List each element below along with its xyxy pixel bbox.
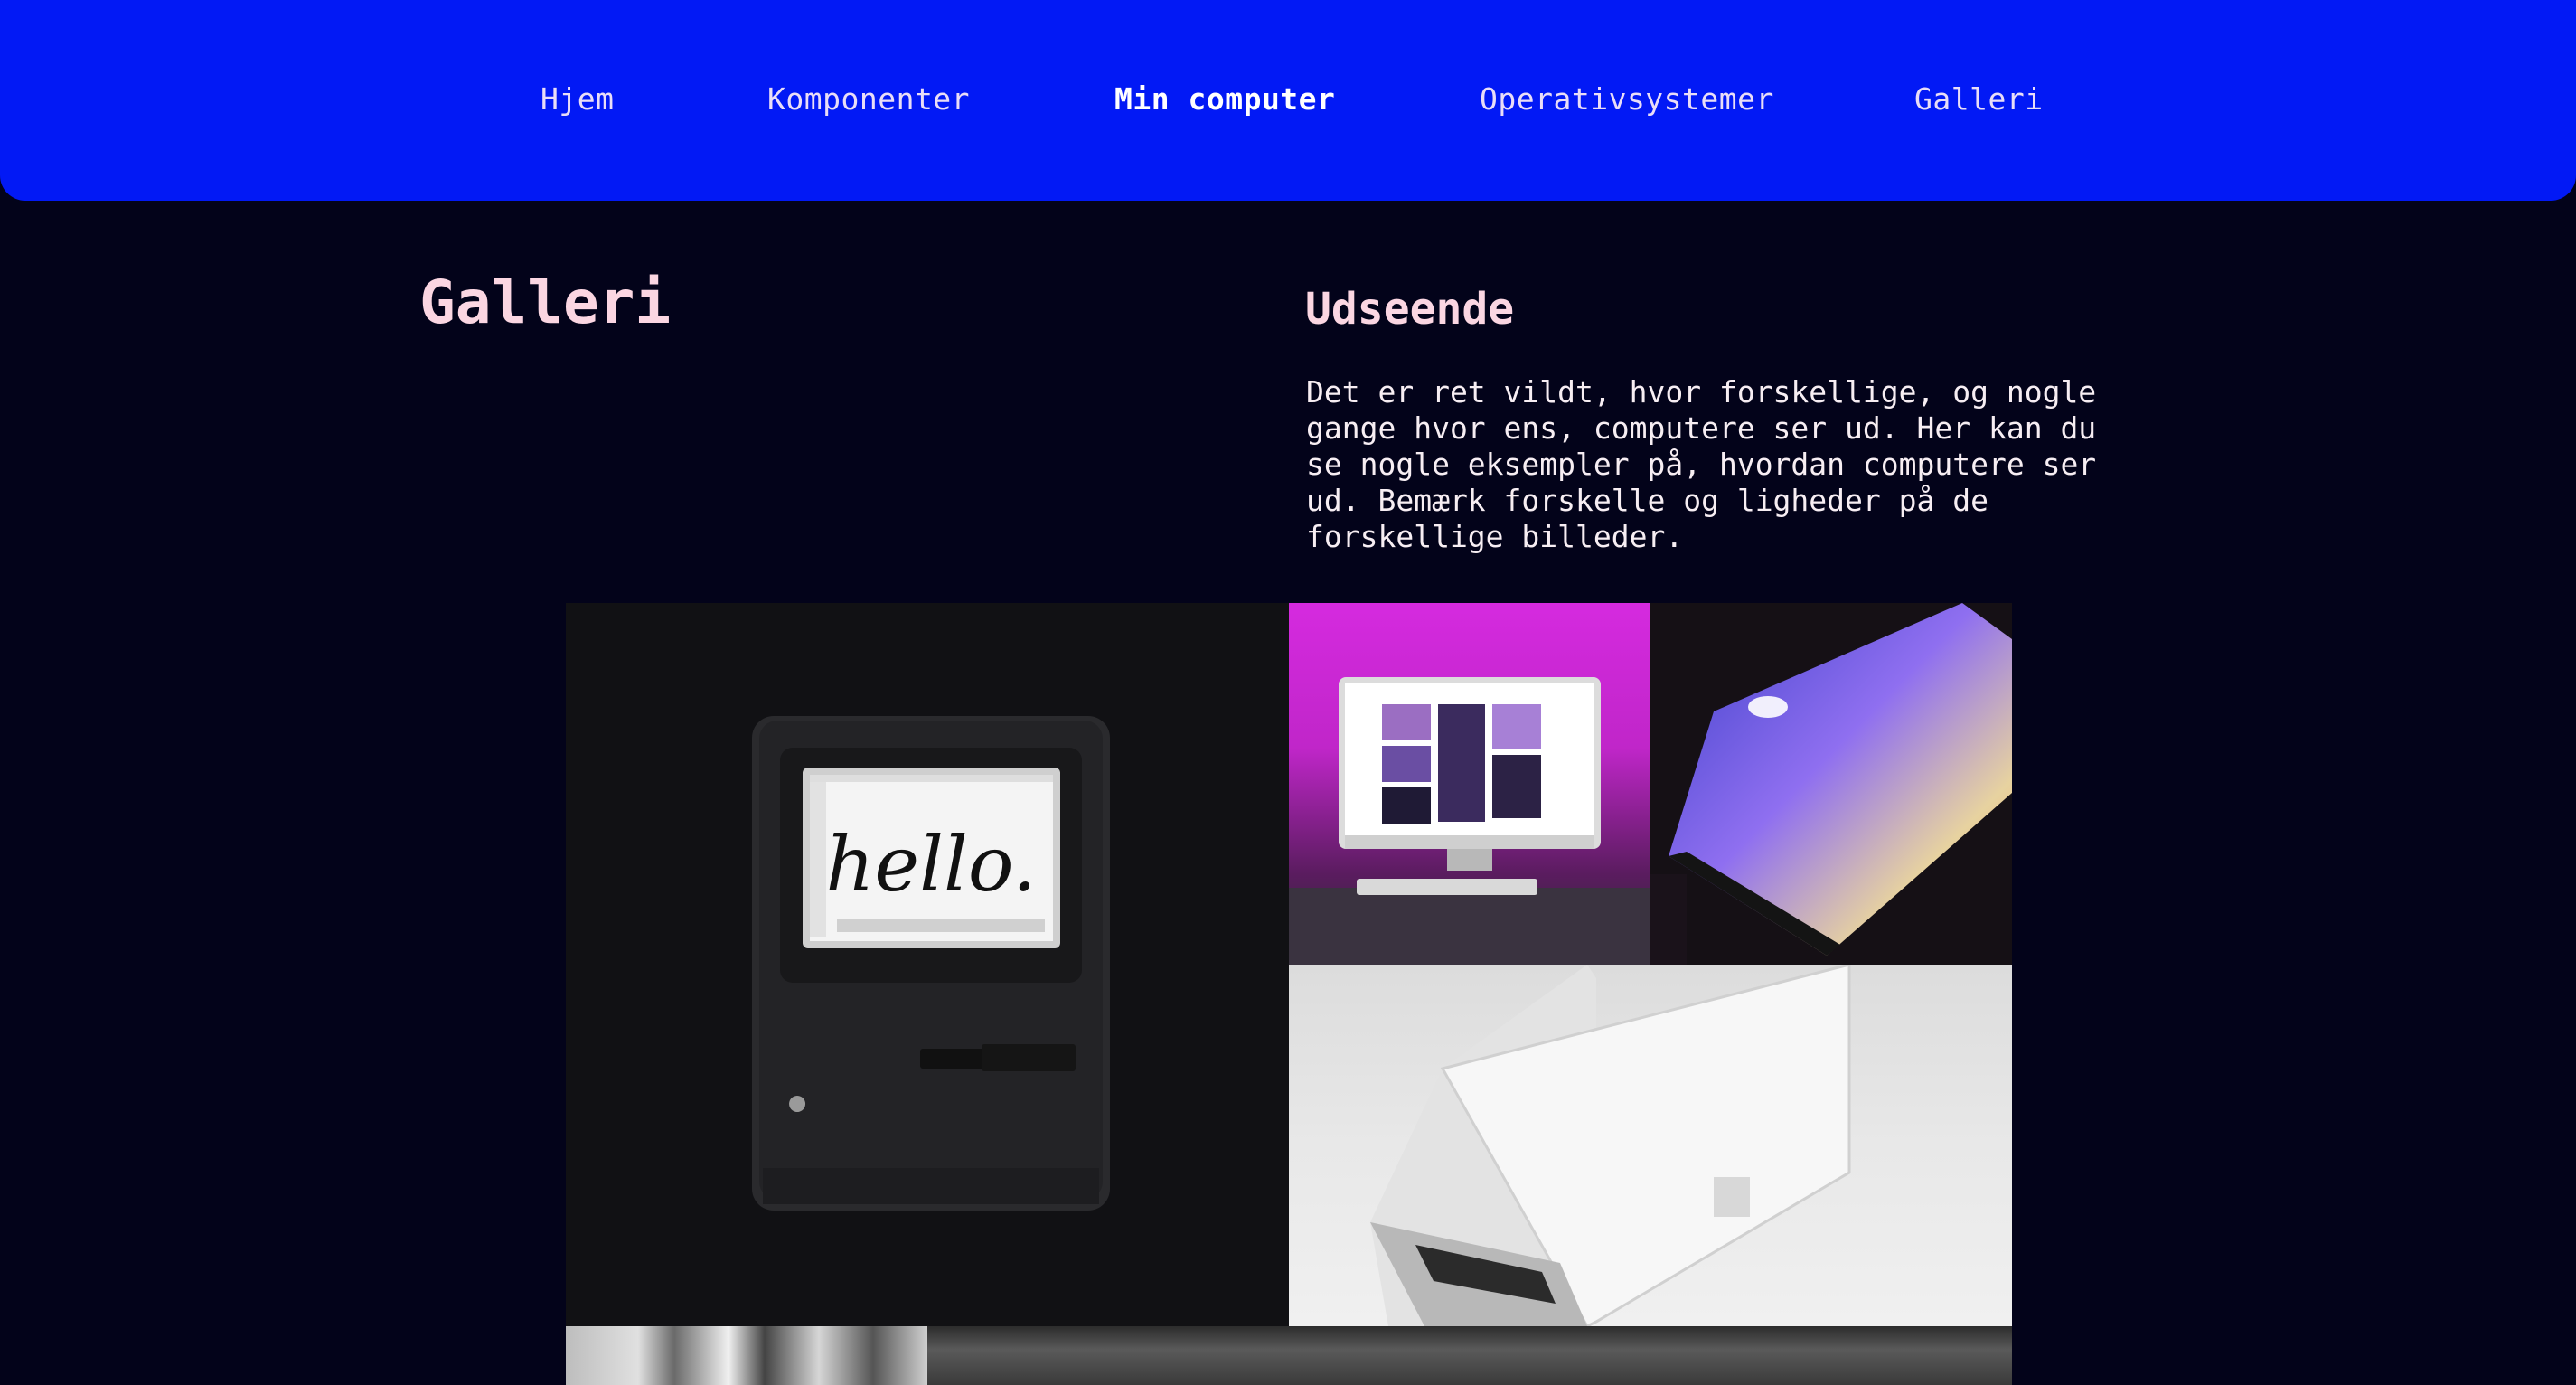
macbook-illustration [1650,603,2012,965]
gallery-image-classic-mac: hello. [566,603,1289,1326]
gallery-image-building [566,1326,927,1385]
top-navbar: Hjem Komponenter Min computer Operativsy… [0,0,2576,201]
white-laptop-illustration [1370,965,1851,1326]
gallery-image-colorful-macbook [1650,603,2012,965]
nav-link-operativsystemer[interactable]: Operativsystemer [1480,81,1774,117]
page-title: Galleri [419,268,672,337]
gallery-image-keyboard [927,1326,2012,1385]
nav-link-hjem[interactable]: Hjem [541,81,614,117]
nav-link-galleri[interactable]: Galleri [1914,81,2044,117]
section-heading: Udseende [1305,284,1515,334]
gallery-image-white-laptop [1289,965,2012,1326]
classic-mac-illustration: hello. [752,716,1110,1211]
nav-link-komponenter[interactable]: Komponenter [767,81,970,117]
section-description: Det er ret vildt, hvor forskellige, og n… [1306,374,2097,554]
gallery-image-pink-imac [1289,603,1650,965]
mac-screen-text: hello. [825,820,1036,909]
imac-illustration [1289,677,1650,965]
nav-link-min-computer[interactable]: Min computer [1114,81,1335,117]
